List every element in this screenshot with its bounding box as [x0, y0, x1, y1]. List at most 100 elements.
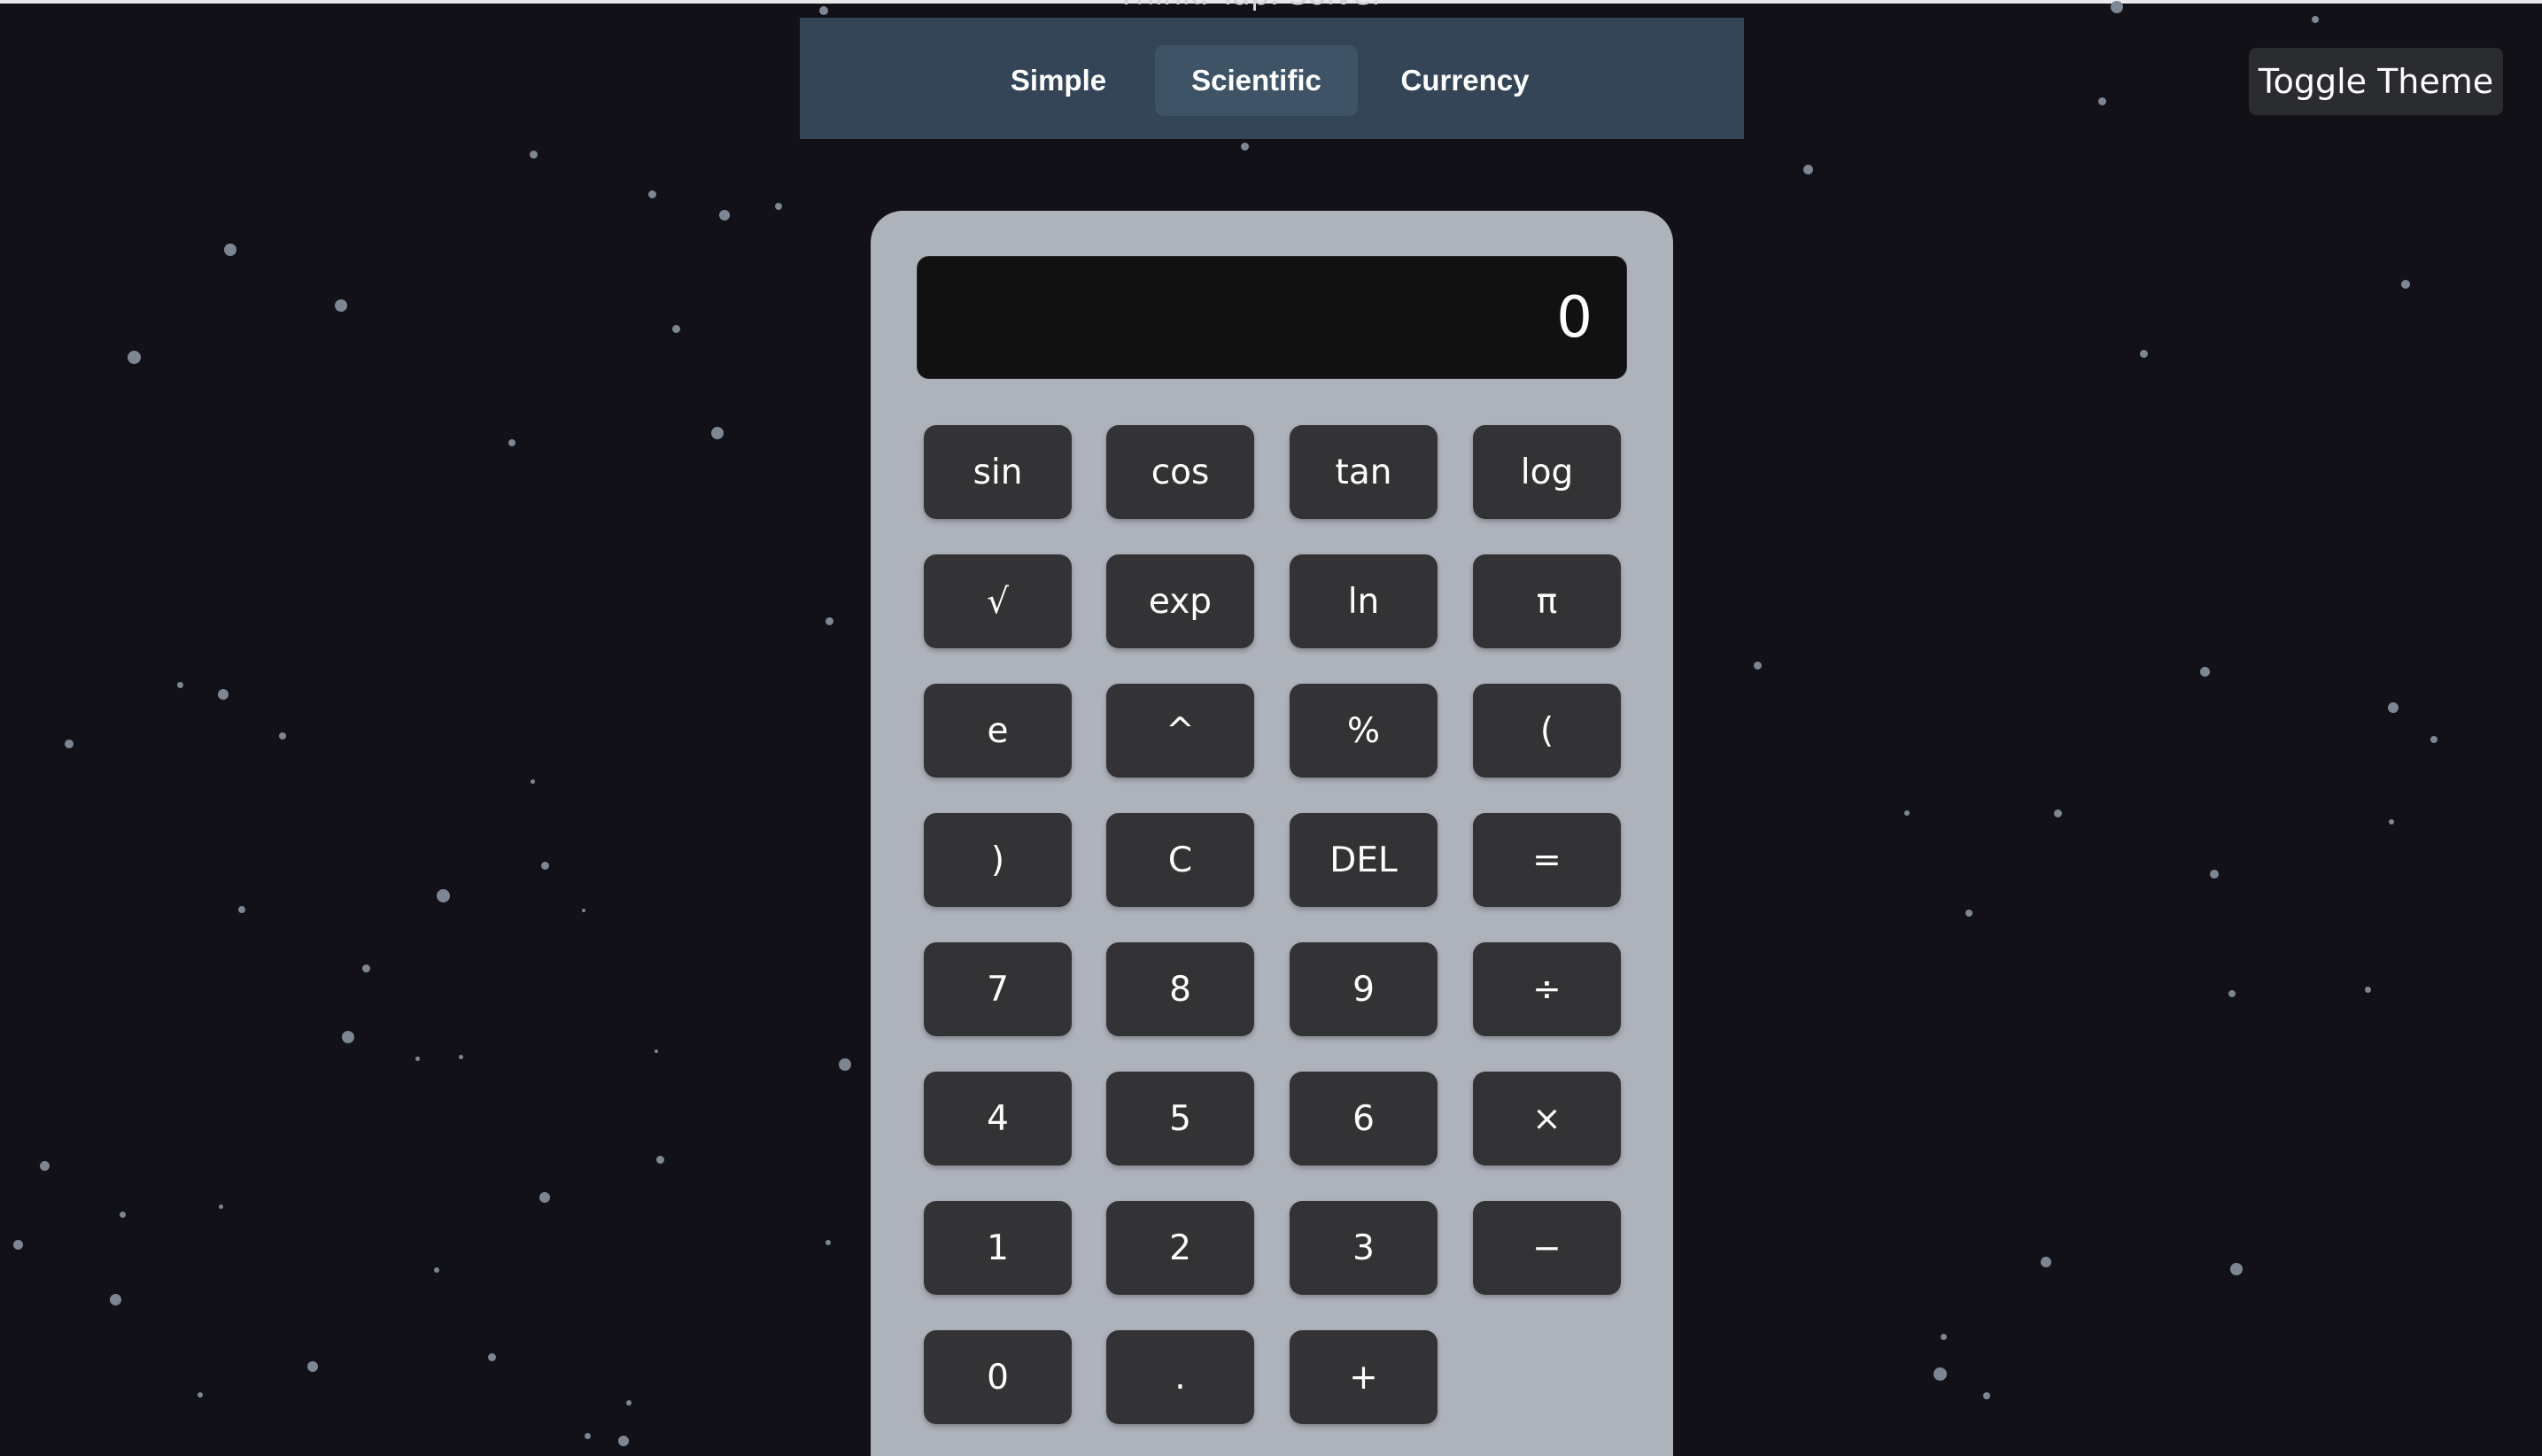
star-dot [839, 1058, 851, 1071]
star-dot [2388, 702, 2399, 713]
star-dot [2430, 736, 2437, 743]
star-dot [2230, 1263, 2243, 1275]
key-subtract[interactable]: − [1473, 1201, 1621, 1295]
star-dot [109, 1293, 121, 1305]
star-dot [655, 1155, 664, 1164]
star-dot [2228, 990, 2236, 997]
key-divide[interactable]: ÷ [1473, 942, 1621, 1036]
key-power[interactable]: ^ [1106, 684, 1254, 778]
key-sin[interactable]: sin [924, 425, 1072, 519]
star-dot [487, 1352, 496, 1361]
tab-currency[interactable]: Currency [1380, 45, 1550, 116]
star-dot [218, 1204, 223, 1209]
star-dot [1904, 810, 1910, 816]
mode-nav-bar: Simple Scientific Currency [800, 18, 1744, 139]
star-dot [2111, 1, 2123, 13]
key-2[interactable]: 2 [1106, 1201, 1254, 1295]
star-dot [1965, 910, 1972, 917]
star-dot [2401, 280, 2410, 289]
key-e[interactable]: e [924, 684, 1072, 778]
key-clear[interactable]: C [1106, 813, 1254, 907]
key-4[interactable]: 4 [924, 1072, 1072, 1166]
star-dot [711, 427, 724, 439]
star-dot [2097, 97, 2106, 105]
calculator-panel: 0 sin cos tan log √ exp ln π e ^ % ( ) C… [871, 211, 1673, 1456]
star-dot [508, 439, 515, 446]
star-dot [307, 1361, 318, 1372]
key-9[interactable]: 9 [1290, 942, 1438, 1036]
key-6[interactable]: 6 [1290, 1072, 1438, 1166]
toggle-theme-button[interactable]: Toggle Theme [2249, 48, 2503, 115]
star-dot [618, 1436, 629, 1446]
star-dot [12, 1239, 23, 1250]
tab-simple[interactable]: Simple [983, 45, 1134, 116]
star-dot [2312, 16, 2319, 23]
key-decimal[interactable]: . [1106, 1330, 1254, 1424]
star-dot [434, 1267, 439, 1273]
star-dot [176, 681, 183, 688]
key-3[interactable]: 3 [1290, 1201, 1438, 1295]
star-dot [539, 1192, 550, 1203]
key-equals[interactable]: = [1473, 813, 1621, 907]
key-open-paren[interactable]: ( [1473, 684, 1621, 778]
star-dot [279, 732, 286, 740]
star-dot [238, 906, 245, 913]
star-dot [2053, 809, 2062, 817]
star-dot [65, 740, 74, 748]
key-0[interactable]: 0 [924, 1330, 1072, 1424]
star-dot [127, 350, 141, 364]
star-dot [2364, 986, 2371, 993]
key-1[interactable]: 1 [924, 1201, 1072, 1295]
star-dot [415, 1056, 420, 1061]
star-dot [540, 861, 549, 870]
tagline-text: Think. Tap. Solve. [974, 0, 1523, 14]
star-dot [626, 1400, 632, 1406]
key-sqrt[interactable]: √ [924, 554, 1072, 648]
star-dot [775, 203, 782, 210]
key-percent[interactable]: % [1290, 684, 1438, 778]
star-dot [1940, 1333, 1947, 1340]
star-dot [1983, 1392, 1990, 1399]
tab-scientific[interactable]: Scientific [1155, 45, 1358, 116]
key-8[interactable]: 8 [1106, 942, 1254, 1036]
star-dot [436, 888, 450, 902]
star-dot [458, 1054, 463, 1059]
display-value: 0 [1556, 285, 1593, 351]
star-dot [119, 1211, 126, 1218]
star-dot [647, 190, 656, 198]
key-5[interactable]: 5 [1106, 1072, 1254, 1166]
star-dot [1240, 142, 1249, 151]
key-multiply[interactable]: × [1473, 1072, 1621, 1166]
star-dot [819, 6, 828, 15]
key-pi[interactable]: π [1473, 554, 1621, 648]
star-dot [2139, 349, 2148, 358]
key-log[interactable]: log [1473, 425, 1621, 519]
star-dot [2210, 870, 2219, 879]
star-dot [825, 616, 833, 625]
star-dot [361, 964, 370, 972]
key-7[interactable]: 7 [924, 942, 1072, 1036]
star-dot [671, 324, 680, 333]
key-cos[interactable]: cos [1106, 425, 1254, 519]
star-dot [582, 909, 585, 912]
key-exp[interactable]: exp [1106, 554, 1254, 648]
star-dot [584, 1432, 591, 1439]
star-dot [530, 778, 535, 784]
key-add[interactable]: + [1290, 1330, 1438, 1424]
key-delete[interactable]: DEL [1290, 813, 1438, 907]
key-ln[interactable]: ln [1290, 554, 1438, 648]
star-dot [2199, 666, 2210, 677]
star-dot [529, 150, 538, 159]
star-dot [224, 244, 236, 256]
calculator-display: 0 [917, 256, 1627, 379]
star-dot [198, 1392, 203, 1398]
key-tan[interactable]: tan [1290, 425, 1438, 519]
star-dot [342, 1031, 354, 1043]
star-dot [825, 1240, 831, 1245]
star-dot [218, 689, 229, 700]
star-dot [655, 1049, 658, 1053]
star-dot [39, 1160, 50, 1171]
star-dot [1753, 661, 1762, 670]
star-dot [1802, 164, 1813, 174]
key-close-paren[interactable]: ) [924, 813, 1072, 907]
